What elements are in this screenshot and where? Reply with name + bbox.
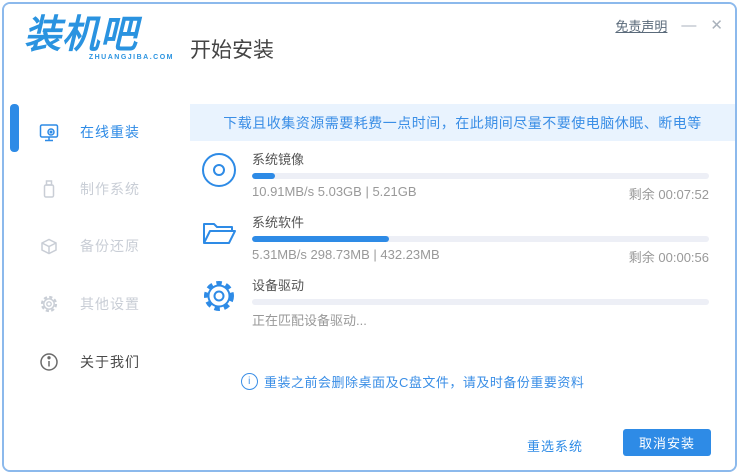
page-title: 开始安装 [190,39,274,62]
sidebar-item-label: 备份还原 [80,238,140,254]
window-controls: 免责声明 — ✕ [615,16,723,35]
sidebar-item-make-system[interactable]: 制作系统 [4,169,190,209]
monitor-reinstall-icon [38,121,60,143]
task-row-system-image: 系统镜像 10.91MB/s 5.03GB | 5.21GB 剩余 00:07:… [199,149,709,203]
warning-text: 重装之前会删除桌面及C盘文件，请及时备份重要资料 [264,375,585,390]
task-stats: 5.31MB/s 298.73MB | 432.23MB [252,247,440,262]
close-icon[interactable]: ✕ [710,18,723,33]
backup-warning: i 重装之前会删除桌面及C盘文件，请及时备份重要资料 [241,372,584,391]
backup-box-icon [38,235,60,257]
cancel-install-button[interactable]: 取消安装 [623,429,711,456]
sidebar-item-online-reinstall[interactable]: 在线重装 [4,112,190,152]
folder-icon [199,212,239,254]
sidebar: 在线重装 制作系统 备份还原 其他设置 关于我们 [4,94,190,470]
task-stats: 10.91MB/s 5.03GB | 5.21GB [252,184,417,199]
progress-bar [252,236,709,242]
sidebar-item-about-us[interactable]: 关于我们 [4,342,190,382]
info-icon: i [241,373,258,390]
progress-bar [252,173,709,179]
gear-icon [38,293,60,315]
task-label: 设备驱动 [252,278,305,293]
sidebar-item-label: 其他设置 [80,296,140,312]
disc-icon [199,149,239,191]
minimize-icon[interactable]: — [681,18,696,33]
gear-icon [199,275,239,317]
task-row-device-driver: 设备驱动 正在匹配设备驱动... [199,275,709,329]
download-task-list: 系统镜像 10.91MB/s 5.03GB | 5.21GB 剩余 00:07:… [199,149,709,329]
sidebar-item-label: 关于我们 [80,354,140,370]
task-remaining: 剩余 00:00:56 [628,250,709,265]
task-label: 系统软件 [252,215,305,230]
disclaimer-link[interactable]: 免责声明 [615,16,667,35]
sidebar-item-backup-restore[interactable]: 备份还原 [4,226,190,266]
task-status: 正在匹配设备驱动... [252,313,367,328]
footer-bar: 重选系统 取消安装 [190,418,735,470]
header: 装机吧 ZHUANGJIBA.COM 开始安装 免责声明 — ✕ [4,4,735,94]
notice-banner: 下载且收集资源需要耗费一点时间，在此期间尽量不要使电脑休眠、断电等 [190,104,735,141]
logo-text: 装机吧 [24,12,138,56]
progress-bar [252,299,709,305]
main-content: 下载且收集资源需要耗费一点时间，在此期间尽量不要使电脑休眠、断电等 系统镜像 1… [190,94,735,470]
sidebar-item-label: 制作系统 [80,181,140,197]
installer-window: 装机吧 ZHUANGJIBA.COM 开始安装 免责声明 — ✕ 在线重装 制作… [2,2,737,472]
sidebar-item-label: 在线重装 [80,124,140,140]
sidebar-item-other-settings[interactable]: 其他设置 [4,284,190,324]
usb-drive-icon [38,178,60,200]
app-logo: 装机吧 ZHUANGJIBA.COM [24,12,174,61]
info-circle-icon [38,351,60,373]
task-label: 系统镜像 [252,152,305,167]
reselect-system-link[interactable]: 重选系统 [527,436,583,455]
task-remaining: 剩余 00:07:52 [628,187,709,202]
task-row-system-software: 系统软件 5.31MB/s 298.73MB | 432.23MB 剩余 00:… [199,212,709,266]
